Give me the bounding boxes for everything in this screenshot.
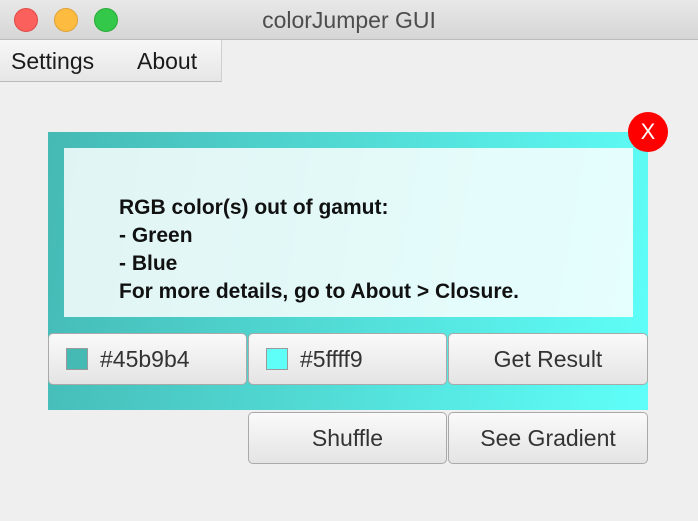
gamut-message-box: RGB color(s) out of gamut: - Green - Blu… <box>64 148 633 317</box>
color2-button[interactable]: #5ffff9 <box>248 333 447 385</box>
see-gradient-button[interactable]: See Gradient <box>448 412 648 464</box>
window-titlebar: colorJumper GUI <box>0 0 698 40</box>
get-result-label: Get Result <box>493 346 603 372</box>
color2-swatch <box>266 348 288 370</box>
menubar: Settings About <box>0 40 222 82</box>
gamut-message: RGB color(s) out of gamut: - Green - Blu… <box>119 194 519 306</box>
shuffle-button[interactable]: Shuffle <box>248 412 447 464</box>
message-line: RGB color(s) out of gamut: <box>119 196 389 219</box>
menu-about[interactable]: About <box>137 40 197 82</box>
message-line: - Green <box>119 224 193 247</box>
menu-settings[interactable]: Settings <box>11 40 94 82</box>
color1-label: #45b9b4 <box>100 346 190 372</box>
color2-label: #5ffff9 <box>300 346 363 372</box>
see-gradient-label: See Gradient <box>480 425 616 451</box>
message-line: - Blue <box>119 252 178 275</box>
window-title: colorJumper GUI <box>262 7 436 33</box>
color1-button[interactable]: #45b9b4 <box>48 333 247 385</box>
message-line: For more details, go to About > Closure. <box>119 280 520 303</box>
close-icon[interactable]: X <box>628 112 668 152</box>
get-result-button[interactable]: Get Result <box>448 333 648 385</box>
color1-swatch <box>66 348 88 370</box>
shuffle-label: Shuffle <box>311 425 384 451</box>
